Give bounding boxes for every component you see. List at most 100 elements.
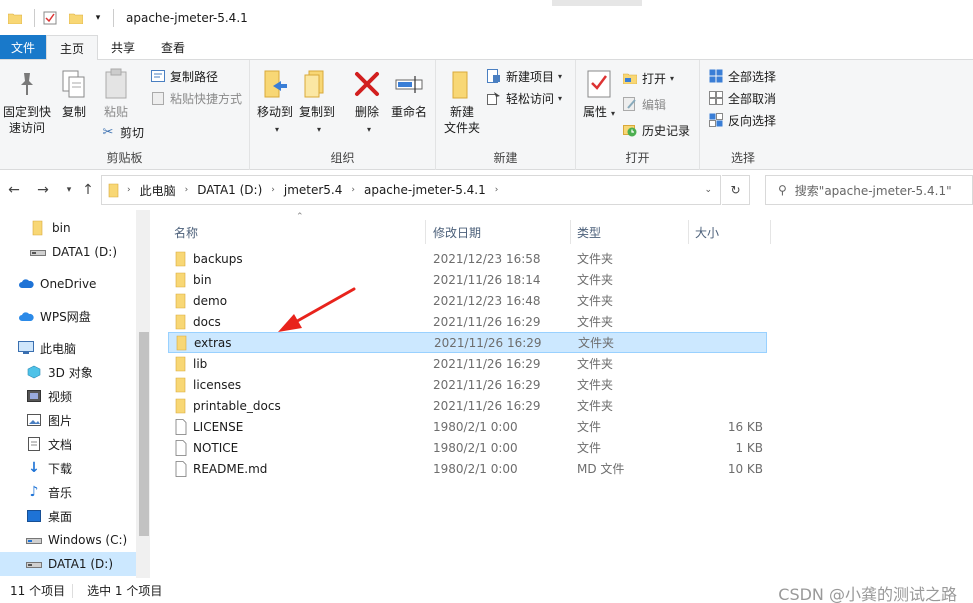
rename-button[interactable]: 重命名 [390, 68, 428, 120]
history-button[interactable]: 历史记录 [622, 120, 690, 140]
column-header-size[interactable]: 大小 [689, 220, 771, 244]
table-row[interactable]: lib 2021/11/26 16:29 文件夹 [168, 353, 767, 374]
nav-item-documents[interactable]: 文档 [0, 432, 136, 456]
table-row[interactable]: LICENSE 1980/2/1 0:00 文件 16 KB [168, 416, 767, 437]
folder-icon[interactable] [6, 9, 24, 27]
breadcrumb-separator[interactable]: › [271, 185, 275, 195]
paste-button[interactable]: 粘贴 [98, 68, 134, 120]
file-date: 1980/2/1 0:00 [433, 440, 518, 455]
organize-group-label: 组织 [330, 151, 355, 165]
nav-item-bin[interactable]: bin [0, 216, 136, 240]
select-none-icon [708, 90, 724, 106]
edit-button[interactable]: 编辑 [622, 94, 666, 114]
new-folder-icon[interactable] [67, 9, 85, 27]
breadcrumb-data1[interactable]: DATA1 (D:) [197, 183, 262, 197]
nav-item-windows-c[interactable]: Windows (C:) [0, 528, 136, 552]
nav-item-this-pc[interactable]: 此电脑 [0, 336, 136, 360]
nav-item-desktop[interactable]: 桌面 [0, 504, 136, 528]
file-type: 文件夹 [577, 252, 614, 266]
address-bar[interactable]: › 此电脑 › DATA1 (D:) › jmeter5.4 › apache-… [101, 175, 721, 205]
forward-arrow-icon[interactable]: → [34, 182, 52, 198]
file-size: 16 KB [727, 419, 763, 434]
tab-file[interactable]: 文件 [0, 35, 47, 59]
search-placeholder: 搜索"apache-jmeter-5.4.1" [794, 183, 952, 198]
paste-shortcut-label: 粘贴快捷方式 [170, 91, 243, 106]
file-icon [174, 460, 188, 477]
nav-item-data1[interactable]: DATA1 (D:) [0, 240, 136, 264]
properties-icon[interactable] [41, 9, 59, 27]
table-row[interactable]: docs 2021/11/26 16:29 文件夹 [168, 311, 767, 332]
file-date: 1980/2/1 0:00 [433, 419, 518, 434]
folder-icon [174, 356, 188, 372]
new-item-label: 新建项目 [506, 69, 555, 84]
breadcrumb-separator[interactable]: › [351, 185, 355, 195]
column-header-date[interactable]: 修改日期 [427, 220, 571, 244]
easy-access-button[interactable]: 轻松访问 ▾ [486, 88, 562, 108]
pin-quick-access-button[interactable]: 固定到快 速访问 [2, 68, 52, 136]
breadcrumb-separator[interactable]: › [185, 185, 189, 195]
tab-view[interactable]: 查看 [148, 35, 198, 59]
file-type: 文件夹 [577, 378, 614, 392]
copy-path-icon [150, 68, 166, 84]
address-history-chevron-icon[interactable]: ⌄ [704, 185, 712, 195]
copy-path-button[interactable]: 复制路径 [150, 66, 218, 86]
nav-item-label: DATA1 (D:) [52, 245, 118, 259]
rename-icon [393, 68, 425, 100]
table-row[interactable]: licenses 2021/11/26 16:29 文件夹 [168, 374, 767, 395]
column-header-name[interactable]: 名称 [168, 220, 426, 244]
picture-icon [26, 412, 42, 428]
file-type: 文件夹 [577, 315, 614, 329]
copy-to-label: 复制到▾ [298, 105, 335, 134]
nav-scrollbar-thumb[interactable] [139, 332, 149, 536]
breadcrumb-jmeter[interactable]: jmeter5.4 [284, 183, 343, 197]
back-arrow-icon[interactable]: ← [5, 182, 23, 198]
table-row[interactable]: NOTICE 1980/2/1 0:00 文件 1 KB [168, 437, 767, 458]
breadcrumb-apache-jmeter[interactable]: apache-jmeter-5.4.1 [364, 183, 486, 197]
pin-icon [11, 68, 43, 100]
delete-button[interactable]: 删除▾ [352, 68, 382, 138]
nav-item-label: 此电脑 [40, 341, 77, 356]
new-item-button[interactable]: 新建项目 ▾ [486, 66, 562, 86]
properties-button[interactable]: 属性 ▾ [582, 68, 616, 122]
properties-label: 属性 ▾ [582, 105, 616, 119]
copy-to-button[interactable]: 复制到▾ [298, 68, 336, 138]
table-row[interactable]: README.md 1980/2/1 0:00 MD 文件 10 KB [168, 458, 767, 479]
copy-button[interactable]: 复制 [56, 68, 92, 120]
table-row[interactable]: backups 2021/12/23 16:58 文件夹 [168, 248, 767, 269]
customize-dropdown-icon[interactable]: ▾ [93, 9, 103, 27]
nav-item-pictures[interactable]: 图片 [0, 408, 136, 432]
paste-shortcut-button[interactable]: 粘贴快捷方式 [150, 88, 242, 108]
invert-selection-button[interactable]: 反向选择 [708, 110, 776, 130]
search-icon: ⚲ [778, 183, 787, 197]
tab-home[interactable]: 主页 [46, 35, 99, 60]
table-row[interactable]: extras 2021/11/26 16:29 文件夹 [168, 332, 767, 353]
select-none-button[interactable]: 全部取消 [708, 88, 776, 108]
up-arrow-icon[interactable]: ↑ [79, 182, 97, 198]
column-header-type[interactable]: 类型 [571, 220, 689, 244]
tab-share[interactable]: 共享 [98, 35, 148, 59]
table-row[interactable]: demo 2021/12/23 16:48 文件夹 [168, 290, 767, 311]
move-to-button[interactable]: 移动到▾ [256, 68, 294, 138]
select-group: 全部选择 全部取消 反向选择 选择 [700, 60, 786, 170]
nav-item-wps[interactable]: WPS网盘 [0, 304, 136, 328]
breadcrumb-this-pc[interactable]: 此电脑 [140, 182, 176, 199]
table-row[interactable]: bin 2021/11/26 18:14 文件夹 [168, 269, 767, 290]
cut-button[interactable]: ✂ 剪切 [100, 122, 144, 142]
folder-icon [174, 398, 188, 414]
breadcrumb-separator[interactable]: › [495, 185, 499, 195]
nav-item-3d-objects[interactable]: 3D 对象 [0, 360, 136, 384]
nav-item-downloads[interactable]: ↓ 下载 [0, 456, 136, 480]
open-button[interactable]: 打开 ▾ [622, 68, 674, 88]
new-folder-button[interactable]: 新建 文件夹 [442, 68, 482, 136]
nav-item-music[interactable]: ♪ 音乐 [0, 480, 136, 504]
select-all-button[interactable]: 全部选择 [708, 66, 776, 86]
nav-item-videos[interactable]: 视频 [0, 384, 136, 408]
nav-item-label: DATA1 (D:) [48, 557, 114, 571]
nav-item-label: 文档 [48, 437, 73, 452]
refresh-button[interactable]: ↻ [722, 175, 750, 205]
recent-locations-chevron-icon[interactable]: ▾ [60, 185, 78, 195]
nav-item-onedrive[interactable]: OneDrive [0, 272, 136, 296]
search-box[interactable]: ⚲ 搜索"apache-jmeter-5.4.1" [765, 175, 973, 205]
nav-item-data1-selected[interactable]: DATA1 (D:) [0, 552, 136, 576]
table-row[interactable]: printable_docs 2021/11/26 16:29 文件夹 [168, 395, 767, 416]
